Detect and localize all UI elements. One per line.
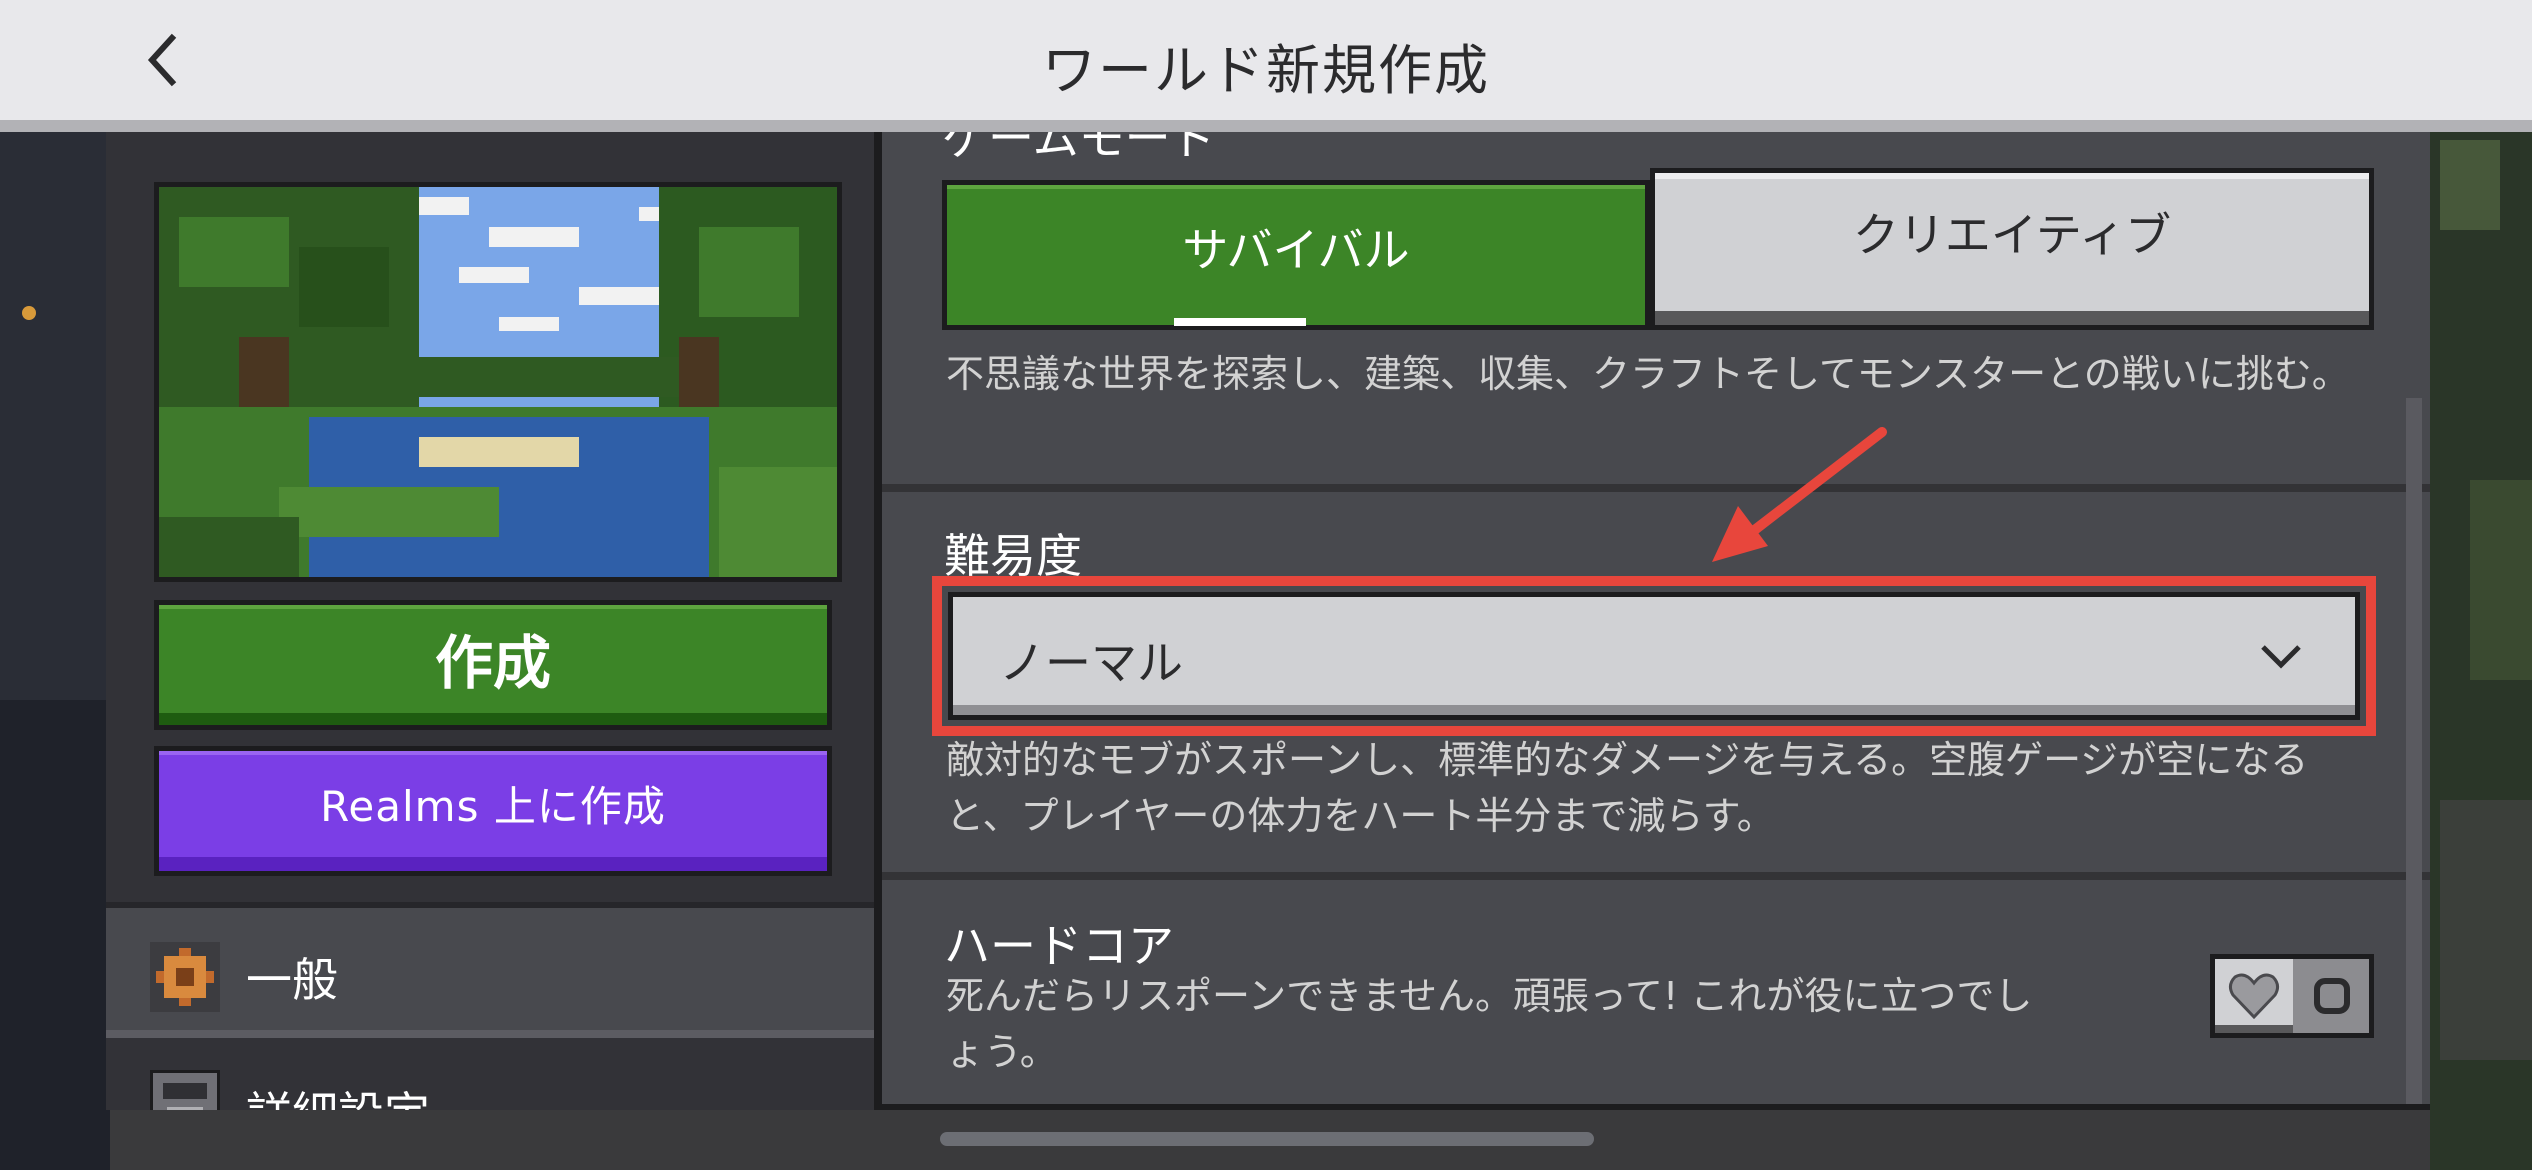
create-on-realms-button[interactable]: Realms 上に作成 (154, 746, 832, 876)
sidebar-item-advanced-settings[interactable]: 詳細設定 (106, 1038, 876, 1110)
sidebar-item-general[interactable]: 一般 (106, 908, 876, 1030)
gear-icon (150, 942, 220, 1012)
page-title: ワールド新規作成 (1042, 39, 1490, 102)
heart-icon (2228, 973, 2280, 1020)
panel-bottom-edge (882, 1104, 2430, 1110)
game-mode-description: 不思議な世界を探索し、建築、収集、クラフトそしてモンスターとの戦いに挑む。 (946, 352, 2350, 396)
sidebar-item-label: 詳細設定 (246, 1078, 430, 1110)
scrollbar[interactable] (2406, 398, 2422, 1110)
game-mode-survival-tab[interactable]: サバイバル (942, 180, 1650, 330)
selected-tab-indicator (1174, 318, 1306, 326)
sidebar-item-label: 一般 (246, 953, 338, 1007)
top-bar-shadow (0, 120, 2532, 132)
settings-panel: ゲームモード サバイバル クリエイティブ 不思議な世界を探索し、建築、収集、クラ… (882, 132, 2430, 1110)
annotation-arrow-icon (1712, 427, 1887, 562)
hardcore-toggle[interactable] (2210, 954, 2374, 1038)
world-preview-image (154, 182, 842, 582)
top-bar: ワールド新規作成 (0, 0, 2532, 120)
panel-divider (874, 132, 882, 1110)
game-mode-label: ゲームモード (942, 132, 1217, 165)
world-preview-scene (159, 187, 837, 577)
hardcore-label: ハードコア (944, 919, 1174, 973)
off-indicator-icon (2314, 978, 2350, 1014)
create-button[interactable]: 作成 (154, 600, 832, 730)
toggle-knob (2215, 959, 2293, 1033)
difficulty-description: 敵対的なモブがスポーンし、標準的なダメージを与える。空腹ゲージが空になると、プレ… (946, 738, 2309, 838)
settings-block-icon (150, 1070, 220, 1110)
home-indicator[interactable] (940, 1132, 1594, 1146)
nav-divider (106, 1030, 876, 1038)
left-panel: 作成 Realms 上に作成 一般 詳細設定 (106, 132, 876, 1110)
section-divider (882, 872, 2430, 880)
hardcore-description: 死んだらリスポーンできません。頑張って! これが役に立つでしょう。 (946, 974, 2033, 1074)
game-mode-creative-tab[interactable]: クリエイティブ (1650, 168, 2374, 330)
